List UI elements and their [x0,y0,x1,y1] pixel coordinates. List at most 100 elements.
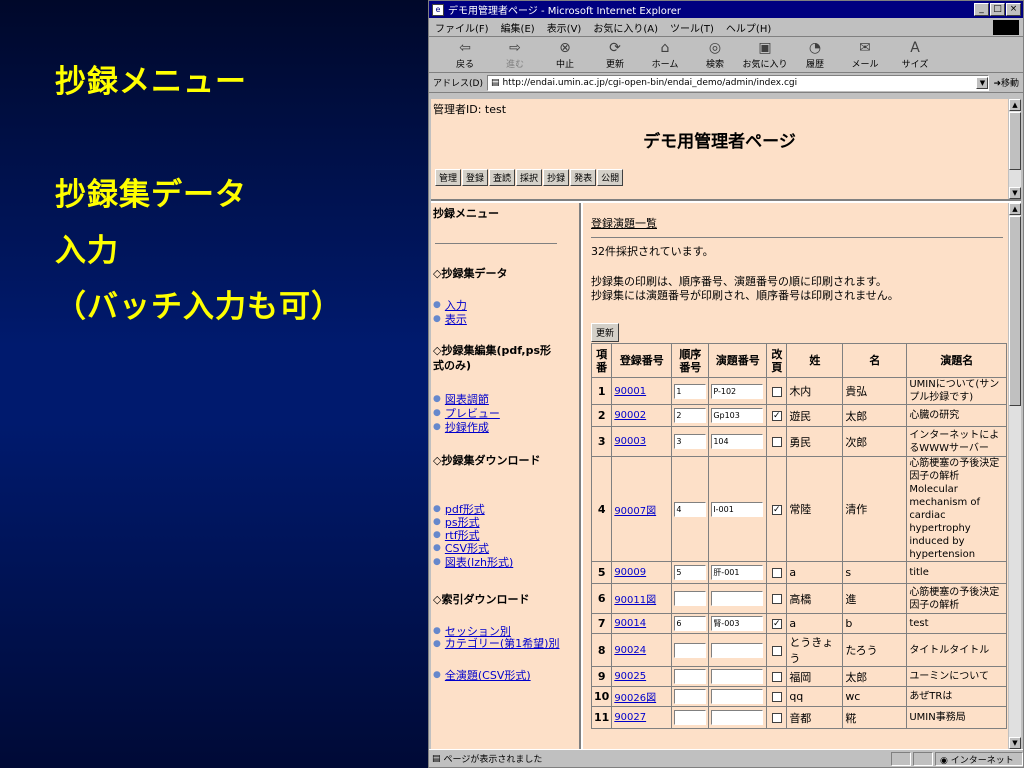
num-input[interactable]: 腎-003 [711,616,764,631]
title-cell: タイトルタイトル [906,633,1008,667]
nav-abstract[interactable]: 抄録 [543,169,570,186]
seq-input[interactable] [674,642,707,658]
seq-input[interactable]: 2 [674,408,707,423]
page-title: デモ用管理者ページ [643,132,796,152]
nav-register[interactable]: 登録 [462,169,489,186]
reg-link[interactable]: 90024 [611,633,673,667]
page-break-checkbox[interactable] [771,437,782,447]
scroll-down-icon[interactable]: ▼ [1009,737,1021,749]
num-input[interactable]: 104 [711,434,764,449]
favorites-button[interactable]: ▣ お気に入り [741,39,789,70]
page-break-checkbox[interactable] [771,568,782,578]
home-button[interactable]: ⌂ ホーム [641,39,689,70]
nav-manage[interactable]: 管理 [435,169,462,186]
link-show[interactable]: ● 表示 [433,311,467,327]
menu-view[interactable]: 表示(V) [547,20,582,35]
go-button[interactable]: ➜移動 [993,76,1019,89]
link-all-csv[interactable]: ● 全演題(CSV形式) [433,667,531,683]
link-category[interactable]: ● カテゴリー(第1希望)別 [433,637,563,651]
seq-input[interactable]: 6 [674,616,707,631]
menu-file[interactable]: ファイル(F) [435,20,489,35]
page-break-checkbox[interactable]: ✓ [771,619,782,629]
status-text: ページが表示されました [443,755,543,765]
page-break-checkbox[interactable] [771,645,782,656]
page-break-checkbox[interactable] [771,386,782,397]
seq-input[interactable]: 3 [674,434,707,449]
seq-input[interactable] [674,689,707,704]
page-break-checkbox[interactable]: ✓ [771,504,782,515]
seq-input[interactable]: 5 [674,565,707,580]
reg-link[interactable]: 90009 [611,561,673,584]
reg-link[interactable]: 90026図 [611,686,673,707]
stop-button[interactable]: ⊗ 中止 [541,39,589,70]
address-dropdown-icon[interactable]: ▼ [976,76,989,89]
address-input[interactable]: ▤ http://endai.umin.ac.jp/cgi-open-bin/e… [486,74,990,91]
page-break-checkbox[interactable] [771,692,782,702]
seq-input[interactable] [674,669,707,684]
scroll-down-icon[interactable]: ▼ [1009,187,1021,199]
num-input[interactable]: P-102 [711,383,764,399]
num-input[interactable]: I-001 [711,501,764,517]
reg-link[interactable]: 90003 [611,426,673,457]
num-input[interactable]: 肝-001 [711,565,764,580]
page-break-checkbox[interactable] [771,713,782,723]
menu-help[interactable]: ヘルプ(H) [726,20,771,35]
nav-review[interactable]: 査読 [489,169,516,186]
menu-edit[interactable]: 編集(E) [501,20,535,35]
main-scrollbar[interactable]: ▲ ▼ [1008,203,1021,749]
menu-favorites[interactable]: お気に入り(A) [593,20,658,35]
reg-link[interactable]: 90011図 [611,583,673,614]
title-cell: test [906,613,1008,634]
back-button[interactable]: ⇦ 戻る [441,39,489,70]
reg-link[interactable]: 90027 [611,706,673,729]
link-lzh[interactable]: ● 図表(lzh形式) [433,554,513,570]
scroll-up-icon[interactable]: ▲ [1009,99,1021,111]
menu-tools[interactable]: ツール(T) [670,20,714,35]
page-cell [766,561,788,584]
close-button[interactable]: × [1006,3,1021,16]
sei-cell: 音都 [786,706,844,729]
num-input[interactable] [711,710,764,725]
slide-line-3: （バッチ入力も可） [55,289,343,325]
font-size-button[interactable]: A サイズ [891,39,939,70]
search-button[interactable]: ◎ 検索 [691,39,739,70]
refresh-button[interactable]: ⟳ 更新 [591,39,639,70]
seq-input[interactable] [674,710,707,725]
reg-link[interactable]: 90002 [611,404,673,427]
num-input[interactable]: Gp103 [711,408,764,423]
num-input[interactable] [711,669,764,684]
mail-button[interactable]: ✉ メール [841,39,889,70]
reg-link[interactable]: 90025 [611,666,673,687]
page-break-checkbox[interactable] [771,594,782,604]
nav-publish[interactable]: 公開 [597,169,624,186]
sei-cell: 福岡 [786,666,844,687]
nav-present[interactable]: 発表 [570,169,597,186]
link-create[interactable]: ● 抄録作成 [433,419,489,435]
minimize-button[interactable]: _ [974,3,989,16]
reg-link[interactable]: 90014 [611,613,673,634]
num-input[interactable] [711,591,764,606]
seq-input[interactable]: 1 [674,383,707,399]
reg-link[interactable]: 90001 [611,377,673,405]
mei-cell: 清作 [842,456,908,562]
seq-cell: 2 [671,404,710,427]
top-frame-scrollbar[interactable]: ▲ ▼ [1008,99,1021,199]
update-button[interactable]: 更新 [591,323,620,342]
col-reg: 登録番号 [611,343,673,378]
reg-link[interactable]: 90007図 [611,456,673,562]
page-break-checkbox[interactable]: ✓ [771,411,782,421]
page-break-checkbox[interactable] [771,672,782,682]
num-input[interactable] [711,689,764,704]
scroll-up-icon[interactable]: ▲ [1009,203,1021,215]
maximize-button[interactable]: □ [990,3,1005,16]
seq-input[interactable] [674,591,707,606]
forward-button[interactable]: ⇨ 進む [491,39,539,70]
history-button[interactable]: ◔ 履歴 [791,39,839,70]
row-no: 2 [590,404,613,427]
nav-accept[interactable]: 採択 [516,169,543,186]
num-input[interactable] [711,642,764,658]
title-bar[interactable]: e デモ用管理者ページ - Microsoft Internet Explore… [429,1,1023,18]
col-num: 演題番号 [708,343,768,378]
count-text: 32件採択されています。 [591,245,714,258]
seq-input[interactable]: 4 [674,501,707,517]
